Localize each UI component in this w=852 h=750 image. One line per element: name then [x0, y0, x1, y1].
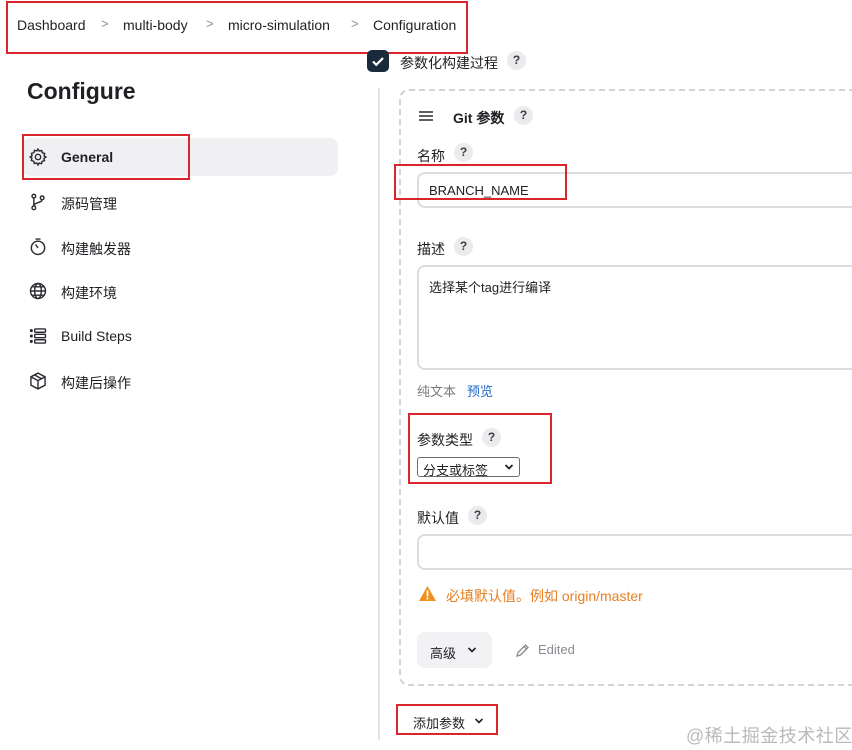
default-value-warning: 必填默认值。例如 origin/master [446, 588, 643, 604]
git-param-header: Git 参数 [453, 110, 505, 126]
warning-icon [419, 586, 436, 601]
annotation-box-breadcrumb [6, 1, 468, 54]
help-icon[interactable]: ? [468, 506, 487, 525]
annotation-box-general [22, 134, 190, 180]
sidebar-item-label: 构建后操作 [61, 375, 131, 391]
annotation-box-name [394, 164, 567, 200]
help-icon[interactable]: ? [454, 143, 473, 162]
annotation-box-param-type [408, 413, 552, 484]
sidebar-item-source-control[interactable]: 源码管理 [22, 183, 338, 221]
advanced-button-label: 高级 [430, 646, 457, 661]
watermark: @稀土掘金技术社区 [686, 726, 852, 746]
default-value-label: 默认值 [417, 510, 459, 526]
description-label: 描述 [417, 241, 445, 257]
plain-text-label: 纯文本 [417, 384, 457, 399]
edited-label: Edited [538, 642, 575, 657]
default-value-input[interactable] [417, 534, 852, 570]
sidebar-item-build-steps[interactable]: Build Steps [22, 317, 338, 355]
name-label: 名称 [417, 148, 445, 164]
sidebar-item-label: Build Steps [61, 328, 132, 344]
preview-link[interactable]: 预览 [467, 381, 493, 400]
globe-icon [29, 282, 47, 300]
parameterized-checkbox[interactable] [367, 50, 389, 72]
page-title: Configure [27, 78, 136, 104]
description-textarea[interactable]: 选择某个tag进行编译 [417, 265, 852, 370]
help-icon[interactable]: ? [454, 237, 473, 256]
advanced-button[interactable]: 高级 [417, 632, 492, 668]
sidebar-item-post-build-actions[interactable]: 构建后操作 [22, 362, 338, 400]
drag-handle-icon[interactable] [418, 110, 434, 122]
sidebar-item-build-environment[interactable]: 构建环境 [22, 272, 338, 310]
pencil-icon [516, 644, 529, 657]
timer-icon [30, 238, 46, 256]
sidebar-item-label: 构建触发器 [61, 241, 131, 257]
sidebar-item-build-triggers[interactable]: 构建触发器 [22, 228, 338, 266]
description-value: 选择某个tag进行编译 [429, 280, 552, 295]
package-icon [30, 372, 46, 390]
help-icon[interactable]: ? [507, 51, 526, 70]
sidebar-item-label: 源码管理 [61, 196, 117, 212]
sidebar-item-label: 构建环境 [61, 285, 117, 301]
list-icon [29, 328, 47, 344]
checkmark-icon [372, 57, 384, 67]
help-icon[interactable]: ? [514, 106, 533, 125]
content-divider [378, 88, 380, 740]
chevron-down-icon [467, 647, 477, 653]
parameterized-label: 参数化构建过程 [400, 55, 498, 71]
branch-icon [31, 193, 45, 211]
annotation-box-add-parameter [396, 704, 498, 735]
